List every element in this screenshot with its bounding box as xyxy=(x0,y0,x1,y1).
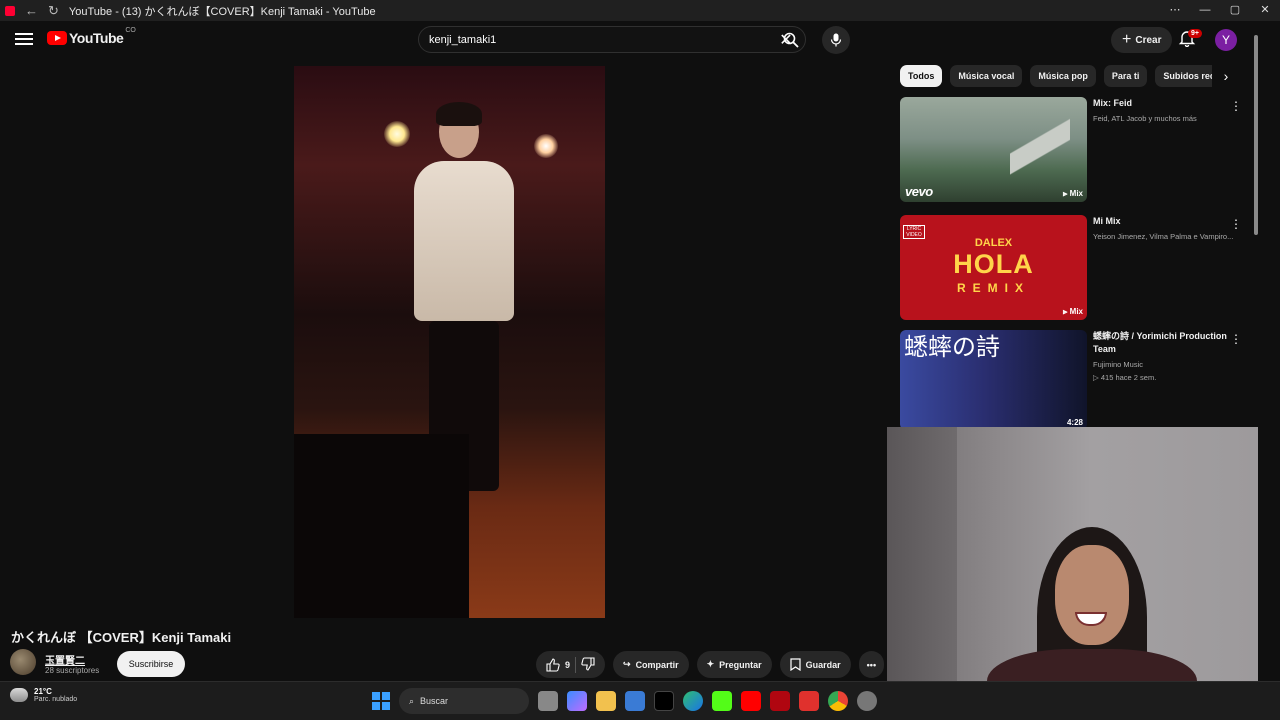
video-thumbnail[interactable]: vevo ⫸ Mix xyxy=(900,97,1087,202)
chip-all[interactable]: Todos xyxy=(900,65,943,87)
chip-for-you[interactable]: Para ti xyxy=(1103,65,1148,87)
window-title: YouTube - (13) かくれんぼ【COVER】Kenji Tamaki … xyxy=(68,5,376,18)
back-arrow-icon[interactable]: ← xyxy=(25,3,38,18)
video-actions: 9 ↪ Compartir ✦ Preguntar Guardar ••• xyxy=(536,651,885,678)
rec-subtitle: Yeison Jimenez, Vilma Palma e Vampiro... xyxy=(1093,232,1234,241)
youtube-play-icon xyxy=(47,31,67,45)
chip-vocal-music[interactable]: Música vocal xyxy=(950,65,1023,87)
like-dislike-group: 9 xyxy=(536,651,606,678)
dislike-button[interactable] xyxy=(581,656,595,673)
temperature: 21°C xyxy=(34,687,52,696)
windows-taskbar: 21°C Parc. nublado ⌕ Buscar xyxy=(0,681,1280,720)
hamburger-menu-icon[interactable] xyxy=(15,30,33,48)
masthead: YouTube CO kenji_tamaki1 ✕ + Crear 9+ Y xyxy=(0,21,1280,59)
mix-badge: ⫸ Mix xyxy=(1062,189,1083,198)
cloud-icon xyxy=(10,688,28,702)
share-arrow-icon: ↪ xyxy=(623,659,631,669)
search-input[interactable]: kenji_tamaki1 xyxy=(429,34,777,46)
rec-title[interactable]: Mi Mix xyxy=(1093,215,1241,228)
share-button[interactable]: ↪ Compartir xyxy=(613,651,689,678)
search-box[interactable]: kenji_tamaki1 ✕ xyxy=(418,26,806,53)
task-view-icon[interactable] xyxy=(538,691,558,711)
chrome-icon[interactable] xyxy=(828,691,848,711)
channel-name[interactable]: 玉置賢二 xyxy=(45,652,85,667)
video-frame[interactable] xyxy=(294,66,605,618)
more-actions-button[interactable]: ••• xyxy=(858,651,885,678)
rec-channel: Fujimino Music xyxy=(1093,360,1144,369)
thumbs-up-icon xyxy=(546,657,560,672)
list-item[interactable]: LYRIC VIDEO DALEX HOLA REMIX ⫸ Mix Mi Mi… xyxy=(900,215,1260,325)
ask-button[interactable]: ✦ Preguntar xyxy=(696,651,772,678)
mix-badge: ⫸ Mix xyxy=(1062,307,1083,316)
account-avatar[interactable]: Y xyxy=(1215,29,1237,51)
weather-status: Parc. nublado xyxy=(34,696,78,703)
microsoft-store-icon[interactable] xyxy=(625,691,645,711)
save-button[interactable]: Guardar xyxy=(779,651,851,678)
rec-subtitle: Feid, ATL Jacob y muchos más xyxy=(1093,114,1197,123)
like-count: 9 xyxy=(565,659,571,670)
list-item[interactable]: vevo ⫸ Mix Mix: Feid Feid, ATL Jacob y m… xyxy=(900,97,1260,207)
kebab-menu-icon[interactable]: ⋮ xyxy=(1230,332,1242,346)
netflix-icon[interactable] xyxy=(770,691,790,711)
channel-avatar[interactable] xyxy=(10,649,36,675)
more-horizontal-icon: ••• xyxy=(866,659,877,670)
chevron-right-icon[interactable]: › xyxy=(1216,66,1236,86)
more-options-icon[interactable]: ⋯ xyxy=(1160,0,1190,21)
youtube-logo[interactable]: YouTube CO xyxy=(47,26,136,46)
settings-gear-icon[interactable] xyxy=(857,691,877,711)
video-thumbnail[interactable]: LYRIC VIDEO DALEX HOLA REMIX ⫸ Mix xyxy=(900,215,1087,320)
youtube-app-icon[interactable] xyxy=(741,691,761,711)
thumbs-down-icon xyxy=(581,656,595,671)
microphone-icon[interactable] xyxy=(822,26,850,54)
youtube-favicon-icon xyxy=(5,5,15,16)
copilot-icon[interactable] xyxy=(567,691,587,711)
filter-chips: Todos Música vocal Música pop Para ti Su… xyxy=(900,65,1212,87)
like-button[interactable]: 9 xyxy=(546,657,571,672)
video-player[interactable] xyxy=(0,59,888,625)
create-button[interactable]: + Crear xyxy=(1111,27,1173,53)
taskbar-search[interactable]: ⌕ Buscar xyxy=(399,688,529,714)
sparkle-icon: ✦ xyxy=(706,659,715,669)
chip-recently-uploaded[interactable]: Subidos recien xyxy=(1155,65,1212,87)
browser-title-bar: ← ↻ YouTube - (13) かくれんぼ【COVER】Kenji Tam… xyxy=(0,0,1280,21)
weather-widget[interactable]: 21°C Parc. nublado xyxy=(10,687,77,703)
tiktok-icon[interactable] xyxy=(654,691,674,711)
rec-stats: ▷ 415 hace 2 sem. xyxy=(1093,373,1157,382)
bookmark-icon xyxy=(790,658,801,671)
duration-badge: 4:28 xyxy=(1066,418,1083,427)
rec-title[interactable]: 蟋蟀の詩 / Yorimichi Production Team xyxy=(1093,330,1241,356)
close-button[interactable]: ✕ xyxy=(1250,0,1280,21)
maximize-button[interactable]: ▢ xyxy=(1220,0,1250,21)
video-title: かくれんぼ 【COVER】Kenji Tamaki xyxy=(11,630,232,645)
list-item[interactable]: 蟋蟀の詩 4:28 蟋蟀の詩 / Yorimichi Production Te… xyxy=(900,330,1260,440)
webcam-overlay xyxy=(887,427,1258,707)
kebab-menu-icon[interactable]: ⋮ xyxy=(1230,99,1242,113)
search-icon: ⌕ xyxy=(409,695,415,706)
vevo-logo: vevo xyxy=(905,184,933,199)
reload-icon[interactable]: ↻ xyxy=(48,3,59,19)
subscribe-button[interactable]: Suscribirse xyxy=(117,651,185,677)
country-code: CO xyxy=(125,26,136,34)
notification-count-badge: 9+ xyxy=(1188,29,1202,38)
subscriber-count: 28 suscriptores xyxy=(45,666,100,675)
rec-title[interactable]: Mix: Feid xyxy=(1093,97,1241,110)
minimize-button[interactable]: — xyxy=(1190,0,1220,21)
kebab-menu-icon[interactable]: ⋮ xyxy=(1230,217,1242,231)
file-explorer-icon[interactable] xyxy=(596,691,616,711)
thumbnail-title-art: 蟋蟀の詩 xyxy=(904,333,1000,361)
wps-office-icon[interactable] xyxy=(799,691,819,711)
edge-icon[interactable] xyxy=(683,691,703,711)
search-icon[interactable] xyxy=(776,26,806,53)
plus-icon: + xyxy=(1122,31,1132,48)
chip-pop-music[interactable]: Música pop xyxy=(1030,65,1096,87)
kick-icon[interactable] xyxy=(712,691,732,711)
windows-start-icon[interactable] xyxy=(372,692,390,710)
video-thumbnail[interactable]: 蟋蟀の詩 4:28 xyxy=(900,330,1087,430)
